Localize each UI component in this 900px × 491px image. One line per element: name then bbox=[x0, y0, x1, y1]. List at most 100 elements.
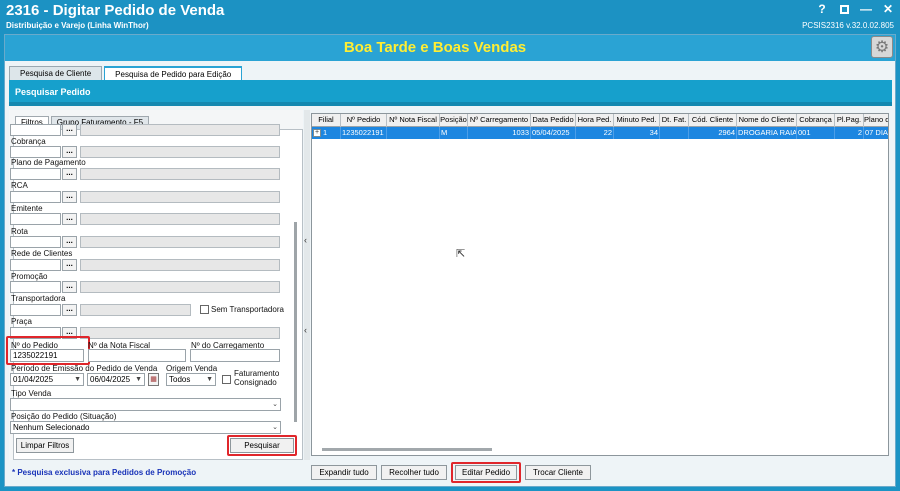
plano-pagamento-lookup-button[interactable]: ... bbox=[62, 168, 77, 180]
cell-hora-ped: 22 bbox=[576, 127, 614, 139]
promo-note: * Pesquisa exclusiva para Pedidos de Pro… bbox=[12, 468, 197, 477]
rca-lookup-button[interactable]: ... bbox=[62, 191, 77, 203]
tab-pesquisa-pedido[interactable]: Pesquisa de Pedido para Edição bbox=[104, 66, 243, 80]
main-tabs: Pesquisa de Cliente Pesquisa de Pedido p… bbox=[9, 66, 244, 80]
rca-code-input[interactable] bbox=[10, 191, 61, 203]
transportadora-lookup-button[interactable]: ... bbox=[62, 304, 77, 316]
nota-fiscal-input[interactable] bbox=[88, 349, 186, 362]
highlight-num-pedido bbox=[6, 336, 90, 365]
cell-data-pedido: 05/04/2025 bbox=[531, 127, 576, 139]
minimize-button[interactable]: — bbox=[860, 2, 872, 17]
close-button[interactable]: ✕ bbox=[882, 2, 894, 17]
expand-row-icon[interactable]: + bbox=[313, 129, 321, 138]
col-dt-fat[interactable]: Dt. Fat. bbox=[660, 114, 689, 127]
gear-icon: ⚙ bbox=[874, 39, 890, 56]
plano-pagamento-code-input[interactable] bbox=[10, 168, 61, 180]
limpar-filtros-button[interactable]: Limpar Filtros bbox=[16, 438, 74, 453]
expandir-tudo-button[interactable]: Expandir tudo bbox=[311, 465, 377, 480]
table-row[interactable]: +1 1235022191 M 1033 05/04/2025 22 34 29… bbox=[312, 127, 888, 139]
col-cobranca[interactable]: Cobrança bbox=[797, 114, 835, 127]
rca-description bbox=[80, 191, 280, 203]
origem-venda-select[interactable]: Todos ▼ bbox=[166, 373, 216, 386]
sem-transportadora-checkbox[interactable] bbox=[200, 305, 209, 314]
mouse-cursor-icon: ⇱ bbox=[456, 248, 466, 260]
cell-dt-fat bbox=[660, 127, 689, 139]
label-rota: Rota bbox=[11, 227, 28, 236]
transportadora-description bbox=[80, 304, 191, 316]
promocao-code-input[interactable] bbox=[10, 281, 61, 293]
cobranca-description bbox=[80, 146, 280, 158]
cobranca-code-input[interactable] bbox=[10, 146, 61, 158]
highlight-editar-pedido bbox=[451, 462, 521, 483]
col-plano[interactable]: Plano de bbox=[864, 114, 888, 127]
scrollbar-thumb[interactable] bbox=[294, 222, 297, 422]
cell-minuto-ped: 34 bbox=[614, 127, 660, 139]
posicao-value: Nenhum Selecionado bbox=[13, 423, 90, 432]
col-data-pedido[interactable]: Data Pedido bbox=[531, 114, 576, 127]
col-minuto-ped[interactable]: Minuto Ped. bbox=[614, 114, 660, 127]
collapse-arrow-icon[interactable]: ‹ bbox=[304, 235, 307, 245]
cobranca-lookup-button[interactable]: ... bbox=[62, 146, 77, 158]
col-nome-cliente[interactable]: Nome do Cliente bbox=[737, 114, 797, 127]
greeting-text: Boa Tarde e Boas Vendas bbox=[343, 39, 527, 56]
chevron-down-icon: ▼ bbox=[74, 376, 81, 383]
emitente-lookup-button[interactable]: ... bbox=[62, 213, 77, 225]
chevron-down-icon: ▼ bbox=[135, 376, 142, 383]
grid-header: Filial Nº Pedido Nº Nota Fiscal Posição … bbox=[312, 114, 888, 127]
col-nota-fiscal[interactable]: Nº Nota Fiscal bbox=[387, 114, 440, 127]
recolher-tudo-button[interactable]: Recolher tudo bbox=[381, 465, 447, 480]
lookup-code-input[interactable] bbox=[10, 124, 61, 136]
trocar-cliente-button[interactable]: Trocar Cliente bbox=[525, 465, 591, 480]
tab-pesquisa-cliente[interactable]: Pesquisa de Cliente bbox=[9, 66, 103, 80]
col-carregamento[interactable]: Nº Carregamento bbox=[468, 114, 531, 127]
lookup-description bbox=[80, 124, 280, 136]
col-filial[interactable]: Filial bbox=[312, 114, 341, 127]
window-title-bar: 2316 - Digitar Pedido de Venda Distribui… bbox=[0, 0, 900, 34]
cell-num-pedido: 1235022191 bbox=[341, 127, 387, 139]
date-from-value: 01/04/2025 bbox=[13, 375, 54, 384]
praca-description bbox=[80, 327, 280, 339]
label-praca: Praça bbox=[11, 317, 32, 326]
col-posicao[interactable]: Posição bbox=[440, 114, 468, 127]
origem-venda-value: Todos bbox=[169, 375, 191, 384]
promocao-lookup-button[interactable]: ... bbox=[62, 281, 77, 293]
calendar-icon[interactable]: ▦ bbox=[148, 373, 159, 386]
tipo-venda-select[interactable]: ⌄ bbox=[10, 398, 281, 411]
label-rede-clientes: Rede de Clientes bbox=[11, 249, 73, 258]
filter-scrollbar[interactable] bbox=[293, 122, 298, 422]
carregamento-input[interactable] bbox=[190, 349, 280, 362]
rede-clientes-lookup-button[interactable]: ... bbox=[62, 259, 77, 271]
promocao-description bbox=[80, 281, 280, 293]
date-to-picker[interactable]: 06/04/2025 ▼ bbox=[87, 373, 145, 386]
col-cod-cliente[interactable]: Cód. Cliente bbox=[689, 114, 737, 127]
restore-button[interactable] bbox=[838, 2, 850, 17]
periodo-label: Período de Emissão do Pedido de Venda bbox=[11, 364, 158, 373]
tipo-venda-label: Tipo Venda bbox=[11, 389, 52, 398]
highlight-pesquisar bbox=[227, 435, 297, 456]
col-num-pedido[interactable]: Nº Pedido bbox=[341, 114, 387, 127]
col-hora-ped[interactable]: Hora Ped. bbox=[576, 114, 614, 127]
emitente-description bbox=[80, 213, 280, 225]
panel-splitter[interactable]: ‹ ‹ bbox=[304, 110, 310, 460]
collapse-arrow-icon[interactable]: ‹ bbox=[304, 325, 307, 335]
rede-clientes-code-input[interactable] bbox=[10, 259, 61, 271]
lookup-button[interactable]: ... bbox=[62, 124, 77, 136]
date-from-picker[interactable]: 01/04/2025 ▼ bbox=[10, 373, 84, 386]
emitente-code-input[interactable] bbox=[10, 213, 61, 225]
help-button[interactable]: ? bbox=[816, 2, 828, 17]
posicao-label: Posição do Pedido (Situação) bbox=[11, 412, 117, 421]
grid-horizontal-scrollbar[interactable] bbox=[322, 448, 492, 451]
label-rca: RCA bbox=[11, 181, 28, 190]
settings-button[interactable]: ⚙ bbox=[871, 36, 893, 58]
rota-lookup-button[interactable]: ... bbox=[62, 236, 77, 248]
rota-code-input[interactable] bbox=[10, 236, 61, 248]
rota-description bbox=[80, 236, 280, 248]
chevron-down-icon: ▼ bbox=[206, 376, 213, 383]
plano-pagamento-description bbox=[80, 168, 280, 180]
transportadora-code-input[interactable] bbox=[10, 304, 61, 316]
posicao-select[interactable]: Nenhum Selecionado ⌄ bbox=[10, 421, 281, 434]
faturamento-consignado-checkbox[interactable] bbox=[222, 375, 231, 384]
version-label: PCSIS2316 v.32.0.02.805 bbox=[802, 21, 894, 30]
label-plano-pagamento: Plano de Pagamento bbox=[11, 158, 86, 167]
col-pl-pag[interactable]: Pl.Pag. bbox=[835, 114, 864, 127]
